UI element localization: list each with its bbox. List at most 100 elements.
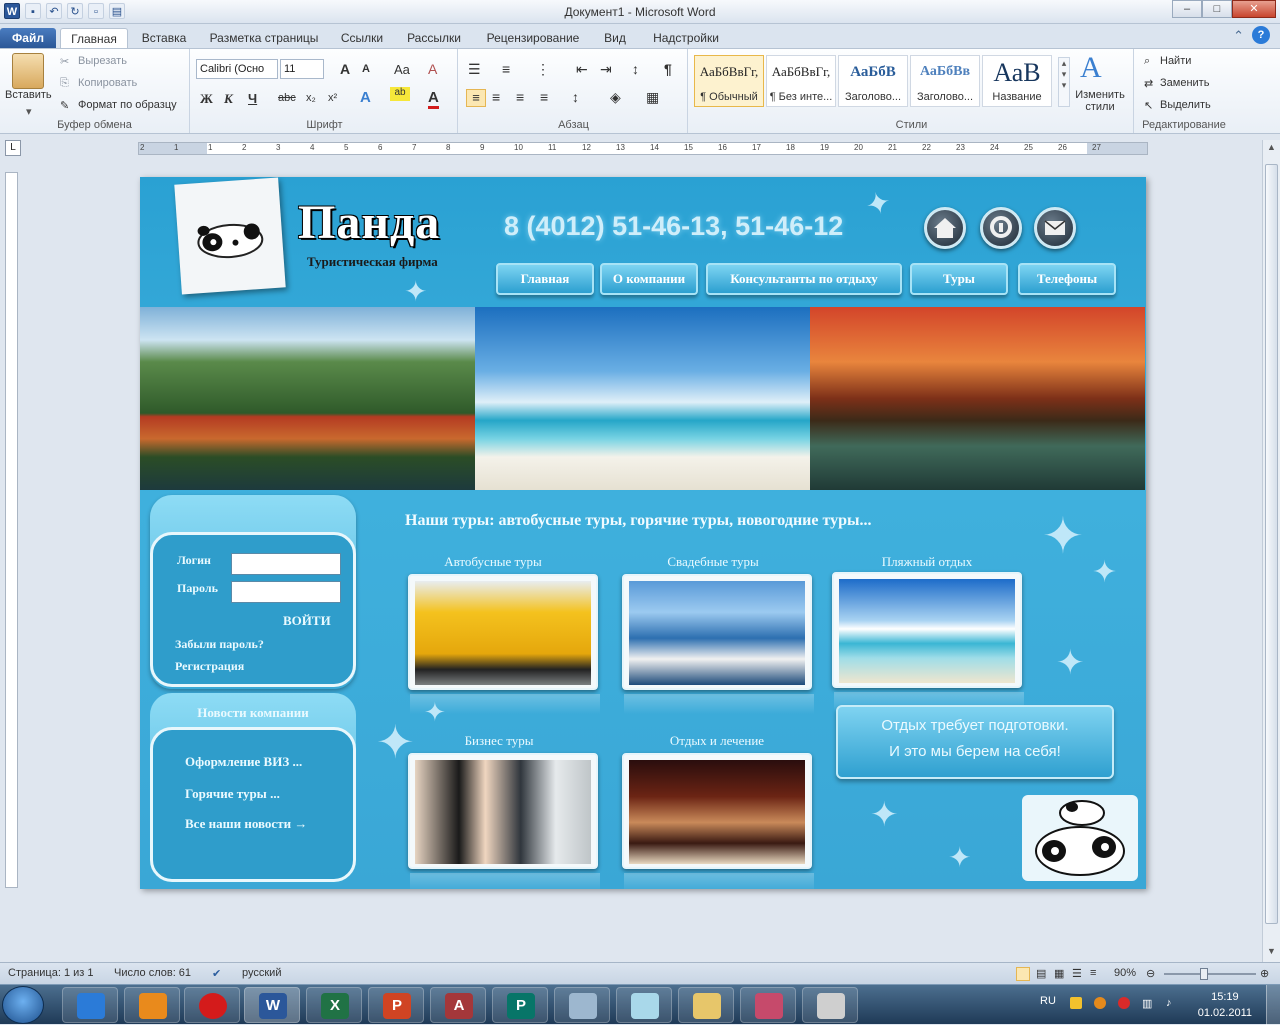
paste-dropdown-icon[interactable]: ▾: [26, 105, 32, 118]
tab-page-layout[interactable]: Разметка страницы: [204, 28, 324, 48]
horizontal-ruler[interactable]: 2 1 1 2 3 4 5 6 7 8 9 10 11 12 13 14 15 16 17 18 19 20 21 22 23 2…: [138, 142, 1148, 155]
styles-scroll-icon[interactable]: ▴ ▾ ▾: [1058, 57, 1070, 107]
align-center-icon[interactable]: ≡: [492, 89, 500, 105]
paste-icon[interactable]: [12, 53, 44, 89]
select-icon[interactable]: ↖: [1144, 99, 1153, 112]
zoom-slider[interactable]: [1164, 973, 1256, 975]
scroll-down-icon[interactable]: ▼: [1264, 946, 1279, 960]
show-marks-button[interactable]: ¶: [664, 61, 672, 77]
news-item-visa[interactable]: Оформление ВИЗ ...: [185, 754, 302, 770]
login-submit-button[interactable]: ВОЙТИ: [283, 613, 331, 629]
cut-icon[interactable]: ✂: [60, 55, 69, 68]
tour-card-bus[interactable]: [408, 574, 600, 714]
page-count[interactable]: Страница: 1 из 1: [8, 967, 94, 979]
decrease-indent-icon[interactable]: ⇤: [576, 61, 588, 78]
justify-icon[interactable]: ≡: [540, 89, 548, 105]
minimize-button[interactable]: –: [1172, 0, 1202, 18]
draft-icon[interactable]: ≡: [1090, 967, 1096, 979]
change-styles-icon[interactable]: A: [1080, 51, 1102, 85]
highlight-icon[interactable]: ab: [390, 87, 410, 101]
news-item-hot-tours[interactable]: Горячие туры ...: [185, 786, 280, 802]
full-screen-icon[interactable]: ▤: [1036, 967, 1046, 980]
keyboard-language[interactable]: RU: [1040, 995, 1056, 1007]
align-right-icon[interactable]: ≡: [516, 89, 524, 105]
taskbar-ie[interactable]: [62, 987, 118, 1023]
taskbar-access[interactable]: A: [430, 987, 486, 1023]
home-icon[interactable]: [924, 207, 966, 249]
format-painter-button[interactable]: Формат по образцу: [78, 99, 177, 111]
outline-icon[interactable]: ☰: [1072, 967, 1082, 980]
change-case-button[interactable]: Aa: [394, 62, 410, 77]
forgot-password-link[interactable]: Забыли пароль?: [175, 637, 264, 652]
taskbar-app-tool[interactable]: [802, 987, 858, 1023]
superscript-button[interactable]: x²: [328, 92, 337, 104]
copy-icon[interactable]: ⎘: [60, 77, 69, 90]
nav-home[interactable]: Главная: [496, 263, 594, 295]
print-layout-icon[interactable]: [1016, 967, 1030, 981]
tour-card-wedding[interactable]: [622, 574, 814, 714]
zoom-in-icon[interactable]: ⊕: [1260, 967, 1269, 980]
taskbar-word[interactable]: W: [244, 987, 300, 1023]
zoom-out-icon[interactable]: ⊖: [1146, 967, 1155, 980]
news-item-all[interactable]: Все наши новости →: [185, 816, 307, 832]
help-icon[interactable]: ?: [1252, 26, 1270, 44]
clock[interactable]: 15:19 01.02.2011: [1198, 989, 1252, 1021]
web-layout-icon[interactable]: ▦: [1054, 967, 1064, 980]
proofing-icon[interactable]: ✔: [212, 967, 221, 980]
paste-button[interactable]: Вставить: [5, 89, 52, 101]
vertical-scrollbar[interactable]: ▲ ▼: [1262, 140, 1280, 962]
copy-button[interactable]: Копировать: [78, 77, 137, 89]
login-input[interactable]: [231, 553, 341, 575]
nav-consultants[interactable]: Консультанты по отдыху: [706, 263, 902, 295]
font-size-select[interactable]: 11: [280, 59, 324, 79]
line-spacing-icon[interactable]: ↕: [572, 89, 579, 105]
taskbar-powerpoint[interactable]: P: [368, 987, 424, 1023]
close-button[interactable]: ✕: [1232, 0, 1276, 18]
tray-icon[interactable]: [1094, 997, 1106, 1009]
align-left-icon[interactable]: ≡: [466, 89, 486, 107]
tab-view[interactable]: Вид: [598, 28, 632, 48]
grow-font-button[interactable]: A: [340, 61, 350, 77]
minimize-ribbon-icon[interactable]: ⌃: [1233, 28, 1244, 44]
find-button[interactable]: Найти: [1160, 55, 1191, 67]
shrink-font-button[interactable]: A: [362, 63, 370, 75]
tour-card-business[interactable]: [408, 753, 600, 889]
nav-tours[interactable]: Туры: [910, 263, 1008, 295]
replace-icon[interactable]: ⇄: [1144, 77, 1153, 90]
mail-icon[interactable]: [1034, 207, 1076, 249]
italic-button[interactable]: К: [224, 91, 233, 107]
zoom-level[interactable]: 90%: [1114, 967, 1136, 979]
style-normal[interactable]: АаБбВвГг, ¶ Обычный: [694, 55, 764, 107]
change-styles-button[interactable]: Изменить стили: [1074, 89, 1126, 113]
tab-mailings[interactable]: Рассылки: [400, 28, 468, 48]
register-link[interactable]: Регистрация: [175, 659, 244, 674]
tab-addins[interactable]: Надстройки: [644, 28, 728, 48]
format-painter-icon[interactable]: ✎: [60, 99, 69, 112]
strikethrough-button[interactable]: abc: [278, 92, 296, 104]
subscript-button[interactable]: x₂: [306, 92, 316, 104]
tab-file[interactable]: Файл: [0, 28, 56, 48]
nav-about[interactable]: О компании: [600, 263, 698, 295]
taskbar-opera[interactable]: [184, 987, 240, 1023]
scroll-up-icon[interactable]: ▲: [1264, 142, 1279, 156]
taskbar-outlook[interactable]: [124, 987, 180, 1023]
taskbar-excel[interactable]: X: [306, 987, 362, 1023]
taskbar-calculator[interactable]: [554, 987, 610, 1023]
zoom-slider-thumb[interactable]: [1200, 968, 1208, 980]
vertical-ruler[interactable]: [5, 172, 18, 888]
style-heading-2[interactable]: АаБбВв Заголово...: [910, 55, 980, 107]
style-title[interactable]: АаВ Название: [982, 55, 1052, 107]
borders-icon[interactable]: ▦: [646, 89, 659, 106]
password-input[interactable]: [231, 581, 341, 603]
underline-button[interactable]: Ч: [248, 91, 257, 106]
multilevel-list-icon[interactable]: ⋮: [536, 61, 550, 78]
tab-selector-icon[interactable]: L: [5, 140, 21, 156]
tour-card-health[interactable]: [622, 753, 814, 889]
tab-review[interactable]: Рецензирование: [480, 28, 586, 48]
info-icon[interactable]: [980, 207, 1022, 249]
sort-icon[interactable]: ↕: [632, 61, 639, 77]
tab-home[interactable]: Главная: [60, 28, 128, 48]
bullets-icon[interactable]: ☰: [468, 61, 481, 78]
show-desktop-button[interactable]: [1266, 985, 1280, 1025]
tab-references[interactable]: Ссылки: [334, 28, 390, 48]
